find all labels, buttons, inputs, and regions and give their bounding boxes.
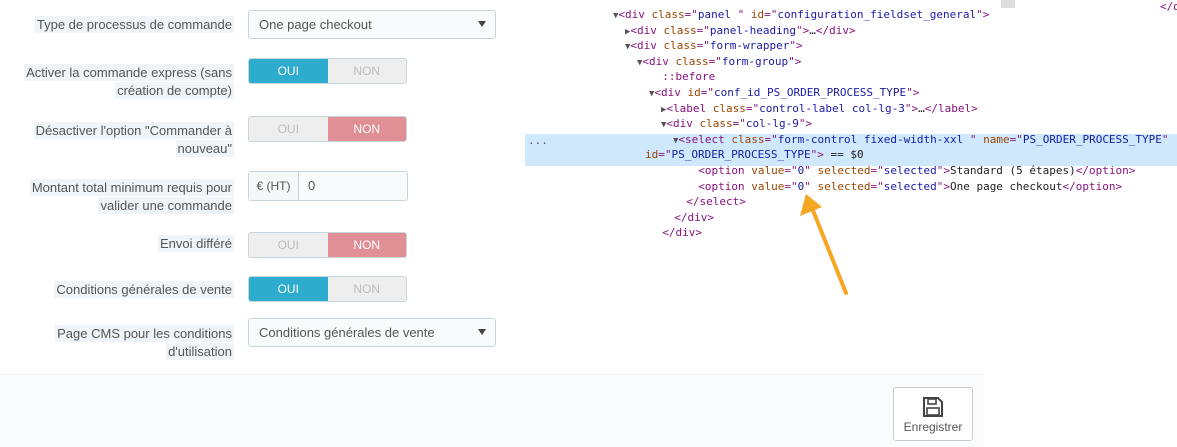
annotation-arrow-icon (800, 194, 848, 295)
